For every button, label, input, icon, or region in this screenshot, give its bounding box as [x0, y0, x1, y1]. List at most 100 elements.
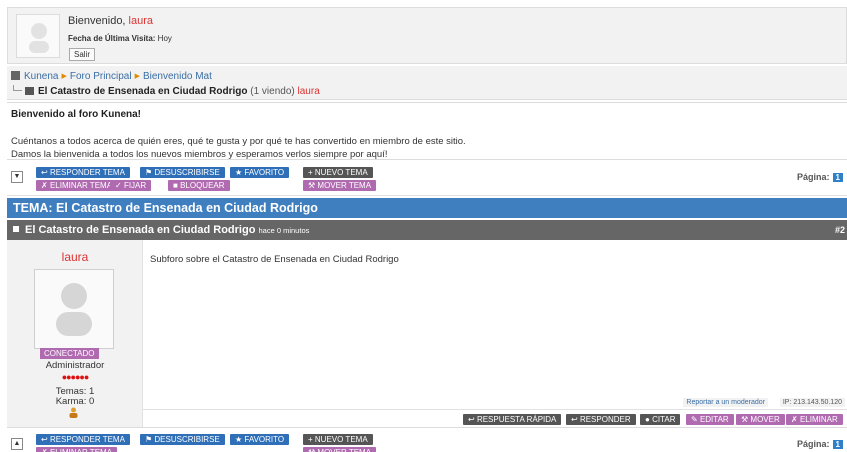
favorite-label: FAVORITO	[244, 435, 285, 444]
reply-topic-label: RESPONDER TEMA	[49, 168, 125, 177]
message-time: hace 0 minutos	[258, 226, 310, 235]
viewer-username[interactable]: laura	[298, 86, 320, 97]
ip-address: IP: 213.143.50.120	[779, 398, 845, 407]
user-avatar-small[interactable]	[16, 14, 60, 58]
sticky-button[interactable]: ✓ FIJAR	[110, 180, 152, 191]
author-profile: laura CONECTADO Administrador ●●●●●● Tem…	[7, 240, 143, 427]
user-silhouette-icon	[56, 283, 92, 336]
plus-icon: +	[308, 435, 313, 444]
lock-icon: ■	[173, 181, 178, 190]
page-label: Página:	[797, 172, 830, 182]
breadcrumb-bienvenido[interactable]: Bienvenido Mat	[143, 71, 212, 82]
wrench-icon: ⚒	[308, 181, 316, 190]
forum-icon	[11, 71, 20, 80]
topic-header: TEMA: El Catastro de Ensenada en Ciudad …	[7, 198, 847, 218]
welcome-prefix: Bienvenido,	[68, 15, 129, 27]
user-silhouette-icon	[29, 23, 49, 53]
lock-button[interactable]: ■ BLOQUEAR	[168, 180, 230, 191]
welcome-username[interactable]: laura	[129, 15, 153, 27]
collapse-up-icon[interactable]: ▲	[11, 438, 23, 450]
unsubscribe-button[interactable]: ⚑ DESUSCRIBIRSE	[140, 167, 225, 178]
message-header: El Catastro de Ensenada en Ciudad Rodrig…	[7, 220, 847, 240]
author-rank: Administrador	[45, 360, 105, 371]
page-1-link[interactable]: 1	[832, 440, 843, 449]
breadcrumb-kunena[interactable]: Kunena	[24, 71, 58, 82]
welcome-text: Bienvenido, laura	[68, 15, 153, 27]
message-number[interactable]: #2	[835, 220, 845, 240]
unsubscribe-button-bottom[interactable]: ⚑ DESUSCRIBIRSE	[140, 434, 225, 445]
report-moderator-link[interactable]: Reportar a un moderador	[683, 398, 768, 407]
gender-icon	[69, 407, 78, 418]
move-topic-label: MOVER TEMA	[317, 181, 372, 190]
flag-icon: ⚑	[145, 168, 153, 177]
check-icon: ✓	[115, 181, 122, 190]
last-visit-value: Hoy	[157, 34, 172, 43]
delete-topic-label: ELIMINAR TEMA	[49, 181, 113, 190]
move-button[interactable]: ⚒ MOVER	[736, 414, 785, 425]
lock-label: BLOQUEAR	[180, 181, 225, 190]
rank-dots: ●●●●●●	[61, 372, 90, 382]
online-status-badge: CONECTADO	[40, 348, 99, 359]
reply-icon: ↩	[468, 415, 475, 424]
last-visit-label: Fecha de Última Visita:	[68, 34, 156, 43]
unsubscribe-label: DESUSCRIBIRSE	[154, 168, 220, 177]
page-label: Página:	[797, 439, 830, 449]
pagination: Página: 1	[797, 172, 843, 182]
move-topic-button[interactable]: ⚒ MOVER TEMA	[303, 180, 377, 191]
reply-topic-button-bottom[interactable]: ↩ RESPONDER TEMA	[36, 434, 130, 445]
reply-topic-button[interactable]: ↩ RESPONDER TEMA	[36, 167, 130, 178]
viewing-count: (1 viendo)	[250, 86, 295, 97]
topic-toolbar-bottom: ▲ ↩ RESPONDER TEMA ⚑ DESUSCRIBIRSE ★ FAV…	[7, 430, 847, 452]
collapse-down-icon[interactable]: ▼	[11, 171, 23, 183]
quote-icon: ●	[645, 415, 650, 424]
delete-topic-label: ELIMINAR TEMA	[50, 448, 112, 452]
favorite-button[interactable]: ★ FAVORITO	[230, 167, 290, 178]
reply-button[interactable]: ↩ RESPONDER	[566, 414, 636, 425]
quote-button[interactable]: ● CITAR	[640, 414, 681, 425]
announcement-line-1: Cuéntanos a todos acerca de quién eres, …	[11, 136, 466, 147]
delete-button[interactable]: ✗ ELIMINAR	[786, 414, 843, 425]
delete-label: ELIMINAR	[799, 415, 838, 424]
new-topic-button[interactable]: + NUEVO TEMA	[303, 167, 373, 178]
plus-icon: +	[308, 168, 313, 177]
favorite-button-bottom[interactable]: ★ FAVORITO	[230, 434, 290, 445]
page-1-link[interactable]: 1	[832, 173, 843, 182]
post-actions: ↩ RESPUESTA RÁPIDA ↩ RESPONDER ● CITAR ✎…	[143, 409, 847, 427]
message-body: Subforo sobre el Catastro de Ensenada en…	[150, 254, 399, 265]
unsubscribe-label: DESUSCRIBIRSE	[154, 435, 220, 444]
new-topic-label: NUEVO TEMA	[314, 168, 368, 177]
new-topic-label: NUEVO TEMA	[314, 435, 368, 444]
delete-topic-button[interactable]: ✗ ELIMINAR TEMA	[36, 180, 118, 191]
move-label: MOVER	[750, 415, 780, 424]
star-icon: ★	[235, 435, 243, 444]
arrow-right-icon: ▶	[134, 73, 140, 80]
user-box: Bienvenido, laura Fecha de Última Visita…	[7, 7, 847, 64]
logout-button[interactable]: Salir	[69, 48, 96, 61]
edit-button[interactable]: ✎ EDITAR	[686, 414, 734, 425]
reply-icon: ↩	[41, 168, 48, 177]
reply-topic-label: RESPONDER TEMA	[49, 435, 125, 444]
author-name[interactable]: laura	[7, 250, 143, 264]
pencil-icon: ✎	[691, 415, 698, 424]
favorite-label: FAVORITO	[244, 168, 285, 177]
quick-reply-label: RESPUESTA RÁPIDA	[476, 415, 557, 424]
breadcrumb: Kunena ▶ Foro Principal ▶ Bienvenido Mat El …	[7, 66, 847, 100]
quick-reply-button[interactable]: ↩ RESPUESTA RÁPIDA	[463, 414, 562, 425]
announcement-line-2: Damos la bienvenida a todos los nuevos m…	[11, 149, 388, 160]
delete-topic-button-bottom[interactable]: ✗ ELIMINAR TEMA	[36, 447, 118, 452]
author-avatar[interactable]	[34, 269, 114, 349]
topic-toolbar-top: ▼ ↩ RESPONDER TEMA ⚑ DESUSCRIBIRSE ★ FAV…	[7, 163, 847, 196]
reply-label: RESPONDER	[579, 415, 631, 424]
last-visit: Fecha de Última Visita: Hoy	[68, 34, 172, 43]
announcement-title: Bienvenido al foro Kunena!	[11, 109, 142, 120]
breadcrumb-foro-principal[interactable]: Foro Principal	[70, 71, 132, 82]
star-icon: ★	[235, 168, 243, 177]
x-icon: ✗	[41, 448, 48, 452]
move-topic-button-bottom[interactable]: ⚒ MOVER TEMA	[303, 447, 377, 452]
message-subject[interactable]: El Catastro de Ensenada en Ciudad Rodrig…	[25, 224, 255, 236]
wrench-icon: ⚒	[308, 448, 315, 452]
announcement: Bienvenido al foro Kunena! Cuéntanos a t…	[7, 102, 847, 160]
new-topic-button-bottom[interactable]: + NUEVO TEMA	[303, 434, 373, 445]
x-icon: ✗	[41, 181, 48, 190]
reply-icon: ↩	[571, 415, 578, 424]
